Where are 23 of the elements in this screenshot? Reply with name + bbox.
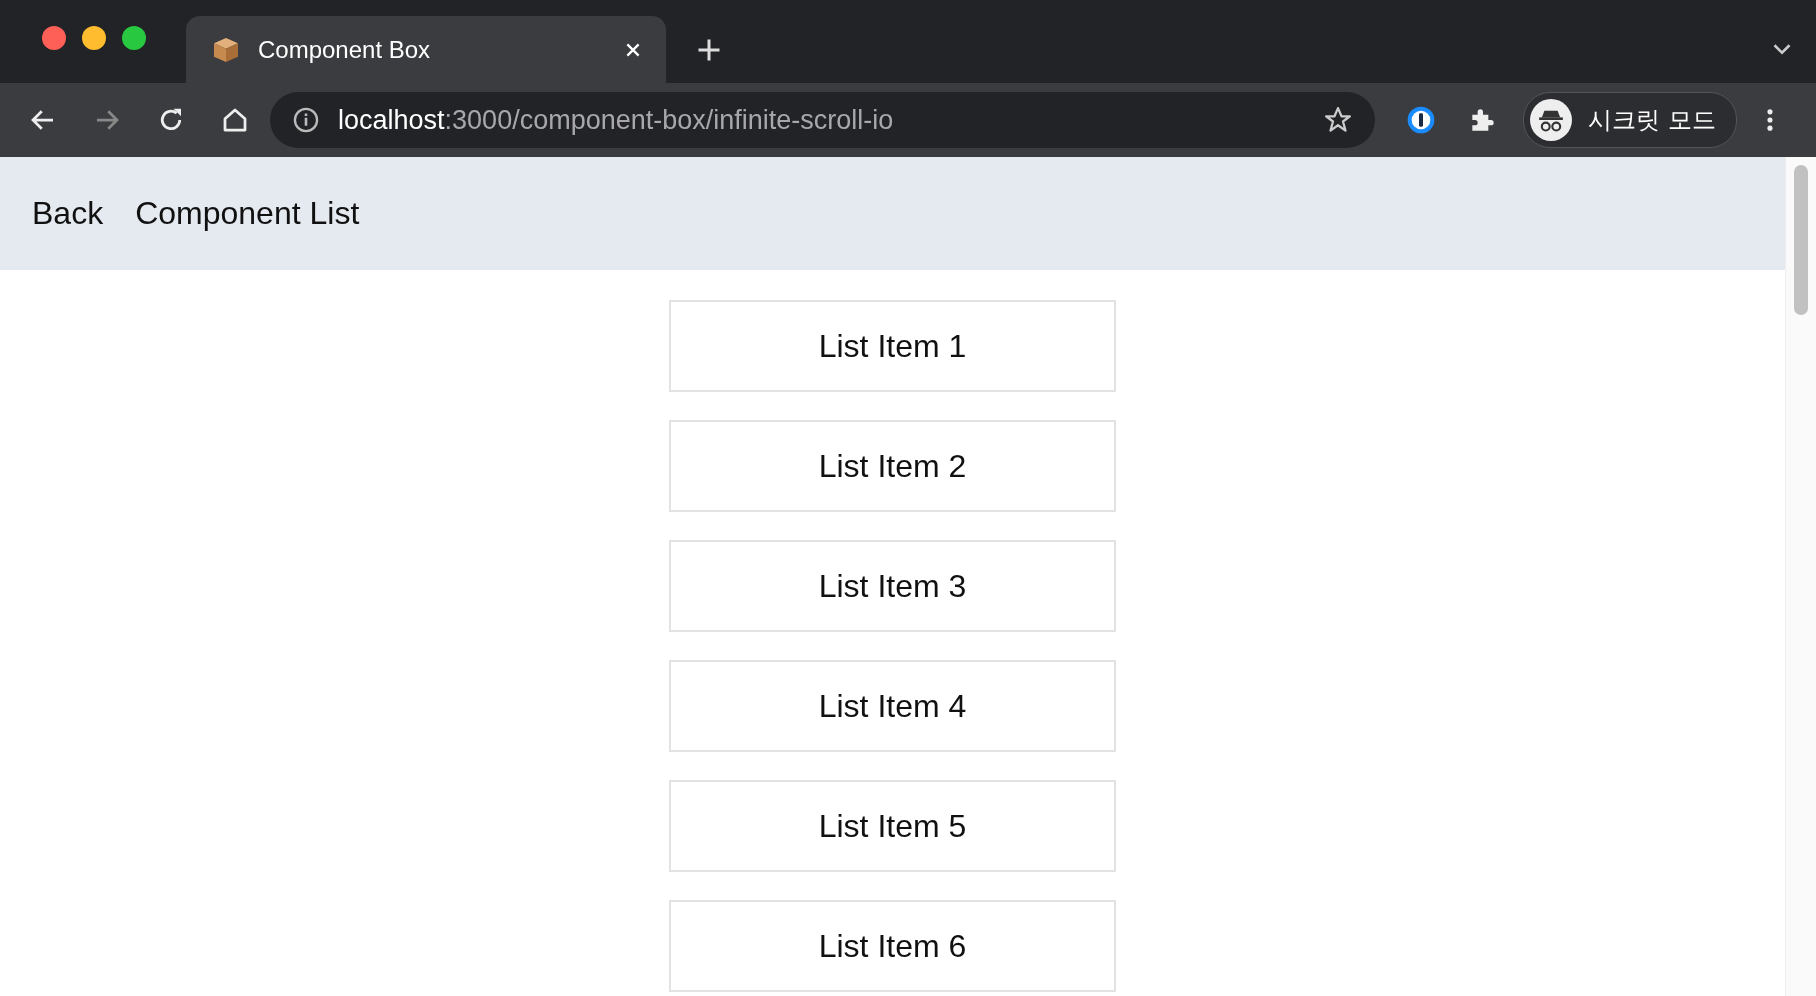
menu-icon[interactable]	[1764, 106, 1775, 134]
list-item: List Item 6	[669, 900, 1116, 992]
maximize-window-button[interactable]	[122, 25, 146, 50]
list-item: List Item 1	[669, 300, 1116, 392]
tab-title: Component Box	[258, 35, 432, 64]
list-item: List Item 2	[669, 420, 1116, 512]
bookmark-star-icon[interactable]	[1323, 105, 1353, 135]
list-item: List Item 3	[669, 540, 1116, 632]
incognito-icon	[1530, 99, 1572, 141]
list-item: List Item 5	[669, 780, 1116, 872]
browser-tab[interactable]: Component Box	[186, 16, 666, 83]
scrollbar-thumb[interactable]	[1794, 165, 1808, 315]
close-window-button[interactable]	[42, 25, 66, 50]
list-item: List Item 4	[669, 660, 1116, 752]
nav-link[interactable]: Back	[32, 195, 104, 232]
minimize-window-button[interactable]	[82, 25, 106, 50]
url-text: localhost:3000/component-box/infinite-scroll-io	[338, 104, 894, 136]
nav-link[interactable]: Component List	[135, 195, 360, 232]
password-manager-icon[interactable]	[1405, 104, 1437, 136]
new-tab-icon[interactable]	[697, 38, 721, 62]
address-bar[interactable]: localhost:3000/component-box/infinite-scroll-io	[270, 92, 1375, 148]
info-icon[interactable]	[292, 106, 320, 134]
incognito-profile-button[interactable]: 시크릿 모드	[1523, 92, 1737, 148]
